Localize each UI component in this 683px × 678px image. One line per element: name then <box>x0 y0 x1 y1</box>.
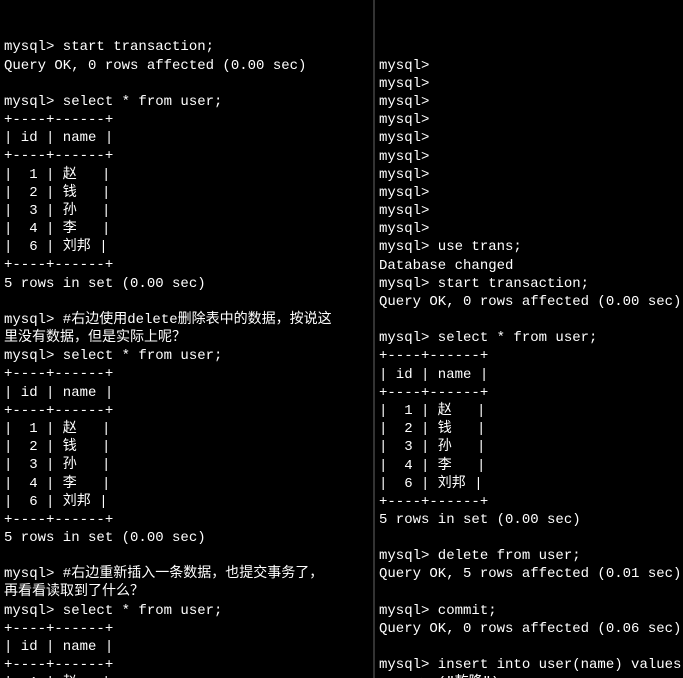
left-line: +----+------+ <box>4 111 369 129</box>
left-line: | 2 | 钱 | <box>4 438 369 456</box>
right-line: mysql> use trans; <box>379 238 679 256</box>
terminal-right-pane[interactable]: mysql>mysql>mysql>mysql>mysql>mysql>mysq… <box>375 0 683 678</box>
right-line <box>379 311 679 329</box>
left-line: +----+------+ <box>4 620 369 638</box>
left-line: | 1 | 赵 | <box>4 674 369 678</box>
left-line <box>4 75 369 93</box>
left-line: | 6 | 刘邦 | <box>4 238 369 256</box>
right-line: -> ("乾隆"); <box>379 674 679 678</box>
left-line: mysql> #右边使用delete删除表中的数据，按说这 <box>4 311 369 329</box>
right-line: mysql> commit; <box>379 602 679 620</box>
terminal-left-pane[interactable]: mysql> start transaction;Query OK, 0 row… <box>0 0 375 678</box>
left-line: | 1 | 赵 | <box>4 166 369 184</box>
left-line: | id | name | <box>4 384 369 402</box>
right-line: mysql> start transaction; <box>379 275 679 293</box>
left-line <box>4 293 369 311</box>
left-line <box>4 547 369 565</box>
right-line: | 2 | 钱 | <box>379 420 679 438</box>
terminal-right-content: mysql>mysql>mysql>mysql>mysql>mysql>mysq… <box>379 57 679 678</box>
right-line: mysql> <box>379 184 679 202</box>
left-line: +----+------+ <box>4 656 369 674</box>
right-line: +----+------+ <box>379 384 679 402</box>
right-line: mysql> delete from user; <box>379 547 679 565</box>
left-line: +----+------+ <box>4 147 369 165</box>
right-line: mysql> <box>379 202 679 220</box>
right-line: mysql> insert into user(name) values <box>379 656 679 674</box>
right-line: mysql> <box>379 93 679 111</box>
left-line: | 2 | 钱 | <box>4 184 369 202</box>
left-line: 5 rows in set (0.00 sec) <box>4 529 369 547</box>
left-line: +----+------+ <box>4 365 369 383</box>
left-line: | id | name | <box>4 129 369 147</box>
right-line <box>379 529 679 547</box>
left-line: +----+------+ <box>4 402 369 420</box>
right-line: mysql> <box>379 111 679 129</box>
left-line: 里没有数据，但是实际上呢？ <box>4 329 369 347</box>
right-line: | 3 | 孙 | <box>379 438 679 456</box>
terminal-left-content: mysql> start transaction;Query OK, 0 row… <box>4 38 369 678</box>
left-line: +----+------+ <box>4 256 369 274</box>
right-line: +----+------+ <box>379 347 679 365</box>
right-line: Query OK, 5 rows affected (0.01 sec) <box>379 565 679 583</box>
right-line <box>379 638 679 656</box>
left-line: mysql> #右边重新插入一条数据，也提交事务了， <box>4 565 369 583</box>
left-line: mysql> start transaction; <box>4 38 369 56</box>
left-line: +----+------+ <box>4 511 369 529</box>
right-line: mysql> <box>379 129 679 147</box>
left-line: | 3 | 孙 | <box>4 456 369 474</box>
left-line: | 1 | 赵 | <box>4 420 369 438</box>
right-line: | 1 | 赵 | <box>379 402 679 420</box>
left-line: Query OK, 0 rows affected (0.00 sec) <box>4 57 369 75</box>
left-line: | 3 | 孙 | <box>4 202 369 220</box>
right-line: 5 rows in set (0.00 sec) <box>379 511 679 529</box>
right-line: | id | name | <box>379 366 679 384</box>
right-line: | 6 | 刘邦 | <box>379 475 679 493</box>
right-line: mysql> <box>379 57 679 75</box>
right-line: mysql> <box>379 148 679 166</box>
left-line: | 6 | 刘邦 | <box>4 493 369 511</box>
right-line: Query OK, 0 rows affected (0.06 sec) <box>379 620 679 638</box>
left-line: | id | name | <box>4 638 369 656</box>
left-line: mysql> select * from user; <box>4 602 369 620</box>
left-line: | 4 | 李 | <box>4 475 369 493</box>
right-line: +----+------+ <box>379 493 679 511</box>
right-line: mysql> <box>379 220 679 238</box>
left-line: mysql> select * from user; <box>4 93 369 111</box>
right-line: Query OK, 0 rows affected (0.00 sec) <box>379 293 679 311</box>
left-line: 5 rows in set (0.00 sec) <box>4 275 369 293</box>
left-line: mysql> select * from user; <box>4 347 369 365</box>
left-line: 再看看读取到了什么？ <box>4 583 369 601</box>
right-line: mysql> select * from user; <box>379 329 679 347</box>
right-line: | 4 | 李 | <box>379 457 679 475</box>
right-line <box>379 584 679 602</box>
left-line: | 4 | 李 | <box>4 220 369 238</box>
right-line: Database changed <box>379 257 679 275</box>
right-line: mysql> <box>379 75 679 93</box>
right-line: mysql> <box>379 166 679 184</box>
